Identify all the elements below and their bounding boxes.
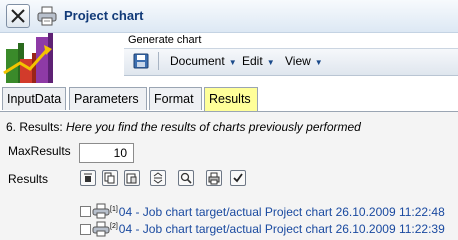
result-row-print[interactable] bbox=[92, 221, 110, 237]
expand-collapse-icon bbox=[153, 172, 163, 184]
result-row-index: [1] bbox=[110, 206, 118, 213]
chevron-down-icon: ▼ bbox=[228, 58, 237, 67]
save-button[interactable] bbox=[133, 53, 149, 69]
copy-icon bbox=[104, 172, 115, 184]
result-row-index: [2] bbox=[110, 223, 118, 230]
print-results-button[interactable] bbox=[206, 170, 222, 186]
tab-format[interactable]: Format bbox=[149, 87, 202, 110]
check-icon bbox=[233, 173, 243, 183]
menu-edit-label: Edit bbox=[242, 54, 263, 68]
max-results-label: MaxResults bbox=[8, 144, 71, 158]
menu-edit[interactable]: Edit ▼ bbox=[242, 54, 275, 68]
generate-chart-label: Generate chart bbox=[128, 34, 202, 46]
top-align-icon bbox=[84, 173, 92, 182]
close-icon bbox=[11, 9, 25, 23]
print-button[interactable] bbox=[36, 5, 58, 27]
paste-icon bbox=[126, 173, 137, 184]
search-button[interactable] bbox=[178, 170, 194, 186]
result-row-link[interactable]: 04 - Job chart target/actual Project cha… bbox=[119, 222, 445, 236]
result-row-print[interactable] bbox=[92, 203, 110, 219]
result-row-checkbox[interactable] bbox=[80, 206, 91, 217]
chevron-down-icon: ▼ bbox=[314, 58, 323, 67]
save-icon bbox=[133, 53, 149, 69]
tab-results[interactable]: Results bbox=[204, 87, 258, 111]
table-row: [1]04 - Job chart target/actual Project … bbox=[110, 205, 445, 219]
tab-strip: InputData Parameters Format Results bbox=[0, 87, 458, 112]
tab-inputdata[interactable]: InputData bbox=[2, 87, 66, 110]
check-button[interactable] bbox=[230, 170, 246, 186]
printer-icon bbox=[37, 6, 57, 26]
results-heading-description: Here you find the results of charts prev… bbox=[66, 120, 361, 134]
max-results-input[interactable] bbox=[79, 143, 134, 163]
print-icon bbox=[208, 172, 220, 185]
table-row: [2]04 - Job chart target/actual Project … bbox=[110, 222, 445, 236]
results-heading: 6. Results: Here you find the results of… bbox=[6, 120, 361, 134]
menu-view-label: View bbox=[285, 54, 311, 68]
toolbar-separator bbox=[158, 52, 159, 70]
printer-icon bbox=[92, 221, 110, 237]
copy-button[interactable] bbox=[102, 170, 118, 186]
chevron-down-icon: ▼ bbox=[266, 58, 275, 67]
paste-button[interactable] bbox=[124, 170, 140, 186]
menu-view[interactable]: View ▼ bbox=[285, 54, 323, 68]
printer-icon bbox=[92, 203, 110, 219]
close-button[interactable] bbox=[6, 4, 30, 28]
window-title: Project chart bbox=[64, 8, 144, 23]
menu-document[interactable]: Document ▼ bbox=[170, 54, 237, 68]
expand-collapse-button[interactable] bbox=[150, 170, 166, 186]
menu-document-label: Document bbox=[170, 54, 225, 68]
top-align-button[interactable] bbox=[80, 170, 96, 186]
results-label: Results bbox=[8, 172, 49, 186]
tab-parameters[interactable]: Parameters bbox=[69, 87, 147, 110]
results-heading-prefix: 6. Results: bbox=[6, 120, 67, 134]
chart-logo-icon bbox=[3, 33, 53, 83]
chart-logo bbox=[0, 33, 124, 87]
result-row-link[interactable]: 04 - Job chart target/actual Project cha… bbox=[119, 205, 445, 219]
search-icon bbox=[180, 172, 192, 184]
result-row-checkbox[interactable] bbox=[80, 224, 91, 235]
